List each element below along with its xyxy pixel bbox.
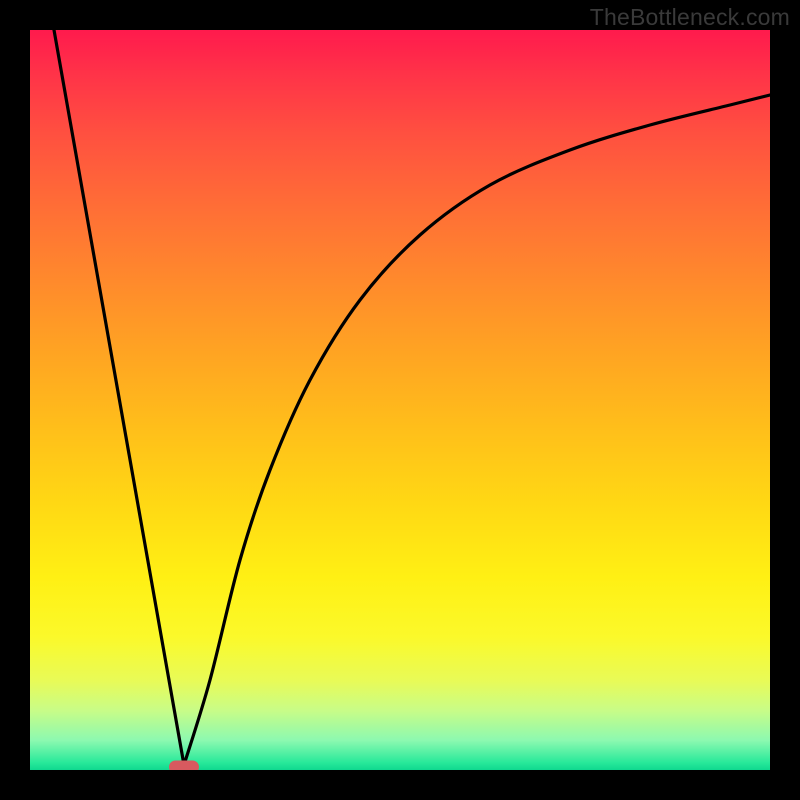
chart-frame: TheBottleneck.com xyxy=(0,0,800,800)
valley-marker xyxy=(169,761,199,771)
chart-curve xyxy=(30,30,770,770)
curve-path xyxy=(54,30,770,765)
plot-area xyxy=(30,30,770,770)
watermark-text: TheBottleneck.com xyxy=(590,4,790,31)
